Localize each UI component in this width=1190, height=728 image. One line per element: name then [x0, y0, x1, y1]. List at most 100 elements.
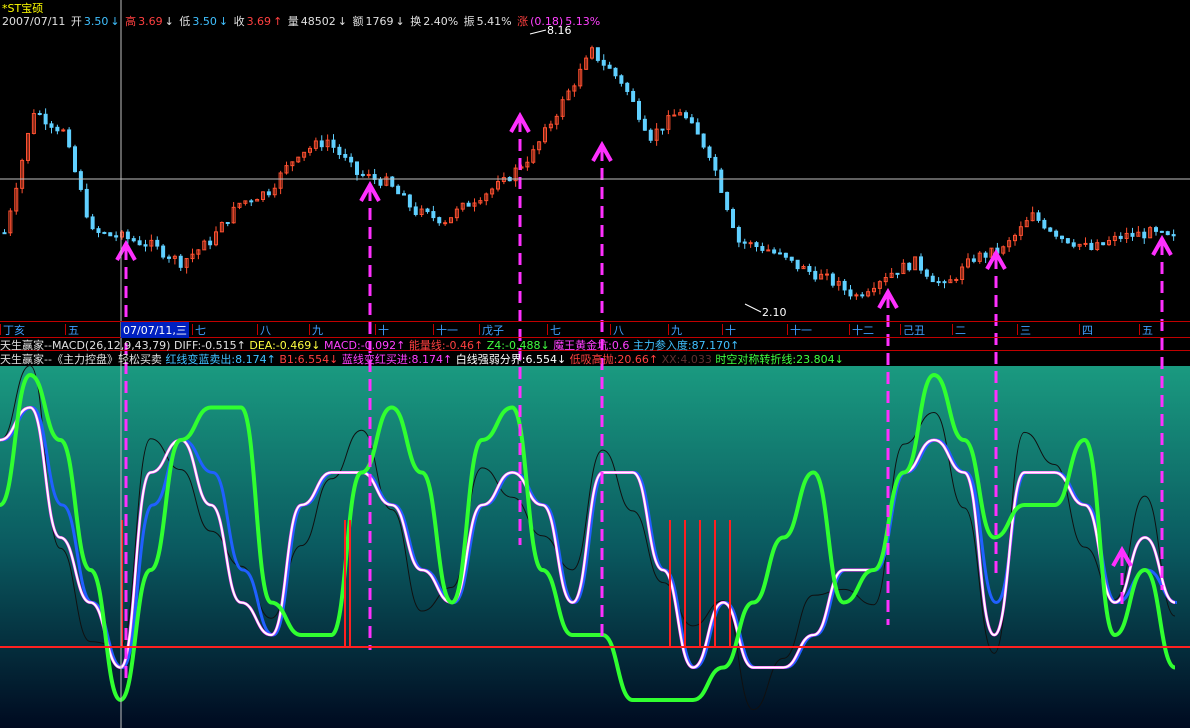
- candle-body: [983, 252, 988, 258]
- candle-body: [1165, 231, 1170, 236]
- low-value: 3.50: [192, 15, 217, 28]
- candle-body: [349, 156, 354, 163]
- date-axis-tick: [849, 324, 850, 335]
- candle-body: [466, 202, 471, 207]
- candle-body: [930, 275, 935, 283]
- candle-body: [1101, 242, 1106, 246]
- date-axis-tick: [547, 324, 548, 335]
- candle-body: [366, 174, 371, 177]
- candle-body: [713, 156, 718, 171]
- date-axis-tick: [610, 324, 611, 335]
- date-axis-tick: [1139, 324, 1140, 335]
- change-value: (0.18): [530, 15, 564, 28]
- candle-body: [719, 169, 724, 193]
- candle-body: [631, 90, 636, 102]
- candle-body: [1060, 235, 1064, 240]
- amount-value: 1769: [365, 15, 394, 28]
- quote-bar: 2007/07/11 开 3.50 ↓ 高 3.69 ↓ 低 3.50 ↓ 收 3.69 ↑ 量…: [2, 15, 601, 28]
- candle-body: [895, 272, 900, 275]
- candle-body: [167, 256, 171, 259]
- candle-body: [971, 258, 976, 262]
- low-marker-label: 2.10: [762, 306, 787, 319]
- date-axis-label: 十: [725, 324, 736, 337]
- candle-body: [143, 244, 148, 247]
- candle-body: [78, 171, 83, 190]
- candle-body: [684, 112, 688, 119]
- date-axis-label: 七: [550, 324, 561, 337]
- date-axis-label: 八: [613, 324, 624, 337]
- date-axis-tick: [479, 324, 480, 335]
- open-label: 开: [70, 15, 82, 28]
- candle-body: [766, 249, 771, 252]
- amount-label: 额: [352, 15, 364, 28]
- indicator2-legend: 天生赢家--《主力控盘》轻松买卖 红线变蓝卖出:8.174↑ B1:6.554↓…: [0, 353, 844, 366]
- candle-body: [319, 140, 324, 148]
- candle-body: [225, 221, 230, 224]
- amplitude-value: 5.41%: [476, 15, 512, 28]
- candle-body: [178, 255, 183, 268]
- candle-body: [1054, 230, 1059, 237]
- candle-body: [37, 113, 42, 116]
- turnover-label: 换: [410, 15, 422, 28]
- candle-body: [131, 238, 136, 242]
- white-line-value: 白线强弱分界:6.554: [455, 353, 557, 366]
- date-axis-label: 三: [1020, 324, 1031, 337]
- low-marker-leader: [744, 303, 762, 313]
- candle-body: [760, 246, 765, 251]
- date-axis-label: 八: [260, 324, 271, 337]
- date-axis-tick: [65, 324, 66, 335]
- candle-body: [1036, 212, 1041, 221]
- candle-body: [337, 146, 342, 156]
- time-space-value: 时空对称转折线:23.804: [715, 353, 835, 366]
- candle-body: [642, 118, 647, 131]
- high-value: 3.69: [138, 15, 163, 28]
- date-axis-tick: [433, 324, 434, 335]
- close-label: 收: [233, 15, 245, 28]
- high-marker-leader: [529, 29, 547, 35]
- candle-body: [595, 47, 600, 61]
- candle-body: [1071, 242, 1076, 247]
- candle-body: [249, 200, 254, 203]
- candle-body: [783, 252, 788, 258]
- date-axis-tick: [309, 324, 310, 335]
- date-axis-tick: [257, 324, 258, 335]
- candle-body: [813, 270, 818, 280]
- candle-body: [2, 232, 7, 235]
- quote-date: 2007/07/11: [2, 15, 66, 28]
- candle-body: [707, 146, 712, 158]
- candle-body: [331, 139, 336, 148]
- candle-body: [736, 227, 741, 243]
- candle-body: [55, 126, 60, 132]
- candle-body: [1142, 231, 1147, 239]
- volume-value: 48502: [300, 15, 336, 28]
- candle-body: [637, 100, 641, 120]
- candle-body: [73, 146, 77, 173]
- b1-value: B1:6.554: [279, 353, 330, 366]
- candle-body: [830, 273, 835, 286]
- candle-body: [936, 281, 941, 284]
- candle-body: [437, 217, 442, 224]
- date-axis-tick: [900, 324, 901, 335]
- candle-body: [84, 188, 89, 218]
- candle-body: [155, 239, 160, 247]
- date-axis-tick: [668, 324, 669, 335]
- candle-body: [125, 231, 130, 240]
- candle-body: [613, 67, 618, 77]
- red-to-blue-value: 红线变蓝卖出:8.174: [165, 353, 267, 366]
- candle-body: [266, 191, 271, 196]
- candle-body: [67, 129, 72, 148]
- candle-body: [1083, 242, 1088, 245]
- date-axis-tick: [787, 324, 788, 335]
- candle-body: [413, 206, 418, 215]
- candle-body: [402, 193, 406, 196]
- candle-body: [725, 191, 730, 211]
- candle-body: [907, 262, 912, 271]
- date-axis: 丁亥 五 七 八 九 十 十一 戊子 七 八 九 十 十一 十二 己丑 二 三 四 五 07/07/11,三: [0, 321, 1190, 338]
- amplitude-label: 振: [463, 15, 475, 28]
- date-axis-label: 己丑: [903, 324, 925, 337]
- candle-body: [90, 216, 95, 230]
- candle-body: [701, 133, 706, 148]
- candle-body: [942, 281, 947, 284]
- date-axis-label: 五: [68, 324, 79, 337]
- change-label: 涨: [517, 15, 529, 28]
